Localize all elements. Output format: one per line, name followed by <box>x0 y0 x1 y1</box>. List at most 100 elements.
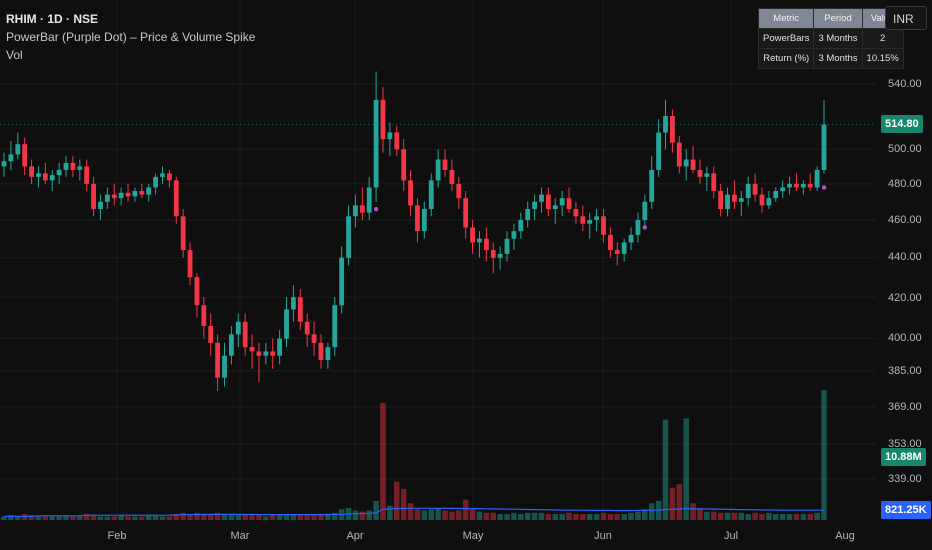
price-tick: 339.00 <box>888 473 922 485</box>
candle-body <box>800 183 806 188</box>
candle-body <box>559 198 565 206</box>
candle-body <box>649 169 655 202</box>
volume-bar <box>676 484 683 520</box>
candle-body <box>642 201 648 221</box>
candle-body <box>814 169 820 188</box>
volume-bar <box>387 505 393 520</box>
candle-body <box>794 183 799 188</box>
candle-body <box>284 309 289 339</box>
candle-body <box>297 297 303 322</box>
candle-body <box>146 187 152 195</box>
candle-body <box>752 183 758 195</box>
candle-body <box>222 355 227 378</box>
candle-body <box>663 116 668 133</box>
stats-cell-metric: PowerBars <box>757 28 815 49</box>
candle-body <box>415 205 420 232</box>
candle-body <box>532 201 537 210</box>
powerbar-dot <box>821 185 827 190</box>
volume-bar <box>524 512 531 520</box>
candle-body <box>228 334 234 356</box>
month-label: Aug <box>835 530 855 542</box>
stats-header-metric: Metric <box>757 8 815 29</box>
volume-bar <box>373 500 379 520</box>
time-axis[interactable]: Feb Mar Apr May Jun Jul Aug <box>0 520 876 550</box>
candle-body <box>745 183 751 199</box>
candle-body <box>787 183 792 188</box>
volume-bar <box>442 510 448 520</box>
candle-body <box>166 173 172 181</box>
candle-body <box>63 162 69 170</box>
candle-body <box>353 205 358 217</box>
candle-body <box>766 198 772 206</box>
candle-body <box>36 173 41 177</box>
candle-body <box>483 238 489 251</box>
volume-bar <box>704 511 710 520</box>
candle-body <box>525 209 531 221</box>
candle-body <box>8 154 14 162</box>
candle-body <box>704 173 710 177</box>
candle-body <box>153 176 159 188</box>
candle-body <box>587 220 593 224</box>
candle-body <box>118 192 124 199</box>
candle-body <box>566 198 572 210</box>
volume-bar <box>483 512 490 520</box>
candle-body <box>194 277 200 306</box>
candle-body <box>56 169 62 176</box>
candle-body <box>601 216 606 235</box>
candle-body <box>552 205 558 210</box>
month-label: May <box>462 530 484 542</box>
volume-bar <box>710 511 717 520</box>
price-tick: 440.00 <box>888 251 922 263</box>
candle-body <box>683 159 689 167</box>
symbol-title[interactable]: RHIM · 1D · NSE <box>6 10 255 28</box>
candle-body <box>718 191 724 210</box>
candle-body <box>332 305 338 348</box>
candle-body <box>325 347 331 361</box>
volume-bar <box>511 512 517 520</box>
candle-body <box>428 180 434 210</box>
candle-body <box>738 198 744 202</box>
volume-bar <box>600 512 607 520</box>
volume-bar <box>352 510 359 520</box>
volume-bar <box>456 510 462 520</box>
candle-body <box>607 234 613 251</box>
price-tick: 500.00 <box>888 143 922 155</box>
candle-body <box>539 194 544 202</box>
stats-cell-metric: Return (%) <box>757 48 815 69</box>
candle-body <box>725 194 730 210</box>
volume-bar <box>414 509 421 520</box>
candle-body <box>1 161 7 167</box>
candle-body <box>373 99 379 188</box>
price-chart[interactable] <box>0 0 876 520</box>
candle-body <box>621 242 627 254</box>
candle-body <box>449 169 455 184</box>
price-axis[interactable]: 540.00 500.00 480.00 460.00 440.00 420.0… <box>876 0 932 520</box>
volume-indicator-title[interactable]: Vol <box>6 46 255 64</box>
candle-body <box>518 220 524 232</box>
price-tick: 385.00 <box>888 365 922 377</box>
candle-body <box>821 124 827 170</box>
month-label: Jun <box>594 530 612 542</box>
volume-bar <box>407 503 414 520</box>
candle-body <box>242 321 248 348</box>
candle-body <box>91 183 96 210</box>
candle-body <box>339 257 345 306</box>
powerbar-dot <box>642 225 648 230</box>
volume-bar <box>428 509 434 520</box>
volume-bar <box>490 512 496 520</box>
candle-body <box>29 166 34 177</box>
volume-bar <box>538 512 545 520</box>
candle-body <box>215 342 221 378</box>
candle-body <box>132 191 138 197</box>
candle-body <box>387 132 393 140</box>
candle-body <box>408 180 413 206</box>
indicator-title[interactable]: PowerBar (Purple Dot) – Price & Volume S… <box>6 28 255 46</box>
candle-body <box>380 99 386 140</box>
price-tick: 420.00 <box>888 292 922 304</box>
candle-body <box>346 216 351 258</box>
volume-bar <box>821 390 827 520</box>
candle-body <box>160 173 165 177</box>
candle-body <box>470 227 475 243</box>
volume-bar <box>394 481 400 520</box>
volume-bar <box>669 487 676 520</box>
